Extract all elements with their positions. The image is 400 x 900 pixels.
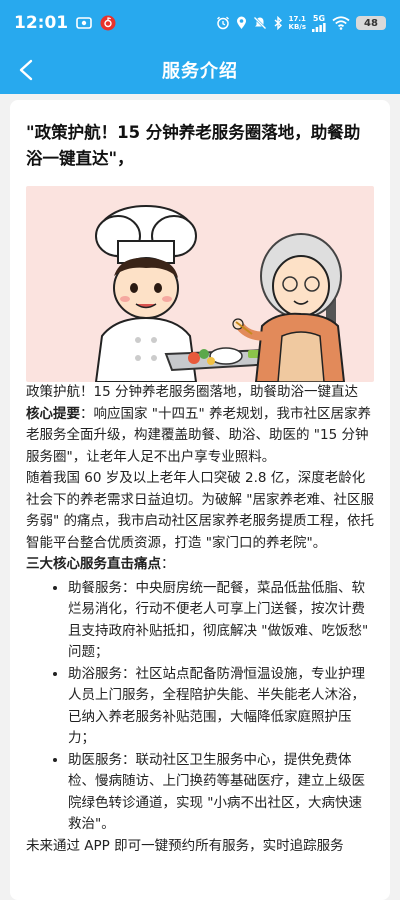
services-heading: 三大核心服务直击痛点 [26,556,161,572]
article-headline: "政策护航！15 分钟养老服务圈落地，助餐助浴一键直达"， [26,123,361,168]
battery-icon: 48 [356,16,386,30]
network-speed: 17.1 KB/s [289,15,306,31]
netease-music-icon [100,15,116,31]
article-card[interactable]: "政策护航！15 分钟养老服务圈落地，助餐助浴一键直达"， 政策护航！15 分钟… [10,100,390,900]
service-item-meal: 助餐服务：中央厨房统一配餐，菜品低盐低脂、软烂易消化，行动不便老人可享上门送餐，… [68,578,374,664]
status-bar-right: 17.1 KB/s 5G 48 [216,14,386,32]
clock: 12:01 [14,13,69,33]
status-bar-left: 12:01 [14,13,116,33]
signal-bars-icon [312,23,326,32]
sim-icon: 5G [312,14,326,32]
image-caption: 政策护航！15 分钟养老服务圈落地，助餐助浴一键直达 [26,384,358,400]
article-body: 政策护航！15 分钟养老服务圈落地，助餐助浴一键直达 核心提要：响应国家 "十四… [26,382,374,857]
services-list: 助餐服务：中央厨房统一配餐，菜品低盐低脂、软烂易消化，行动不便老人可享上门送餐，… [26,578,374,836]
location-icon [236,16,247,30]
page-title: 服务介绍 [162,61,238,82]
footer-paragraph: 未来通过 APP 即可一键预约所有服务，实时追踪服务 [26,837,344,854]
back-arrow-icon [19,59,33,81]
network-speed-value: 17.1 [288,15,306,23]
service-item-medical: 助医服务：联动社区卫生服务中心，提供免费体检、慢病随访、上门换药等基础医疗，建立… [68,750,374,836]
summary-label: 核心提要 [26,405,80,422]
service-item-bath: 助浴服务：社区站点配备防滑恒温设施，专业护理人员上门服务，全程陪护失能、半失能老… [68,664,374,750]
alarm-icon [216,16,230,30]
bluetooth-icon [273,16,283,30]
summary-paragraph: 核心提要：响应国家 "十四五" 养老规划，我市社区居家养老服务全面升级，构建覆盖… [26,404,374,469]
status-bar: 12:01 17.1 KB/s 5G 48 [0,0,400,46]
screen-record-icon [76,16,92,30]
network-speed-unit: KB/s [288,23,306,31]
wifi-icon [332,16,350,30]
network-type: 5G [312,14,326,23]
navigation-bar: 服务介绍 [0,46,400,94]
background-paragraph: 随着我国 60 岁及以上老年人口突破 2.8 亿，深度老龄化社会下的养老需求日益… [26,470,374,551]
mute-icon [253,16,267,30]
back-button[interactable] [12,56,40,84]
services-heading-colon: ： [161,556,175,572]
article-hero-image [26,186,374,382]
services-heading-line: 三大核心服务直击痛点： [26,554,374,576]
